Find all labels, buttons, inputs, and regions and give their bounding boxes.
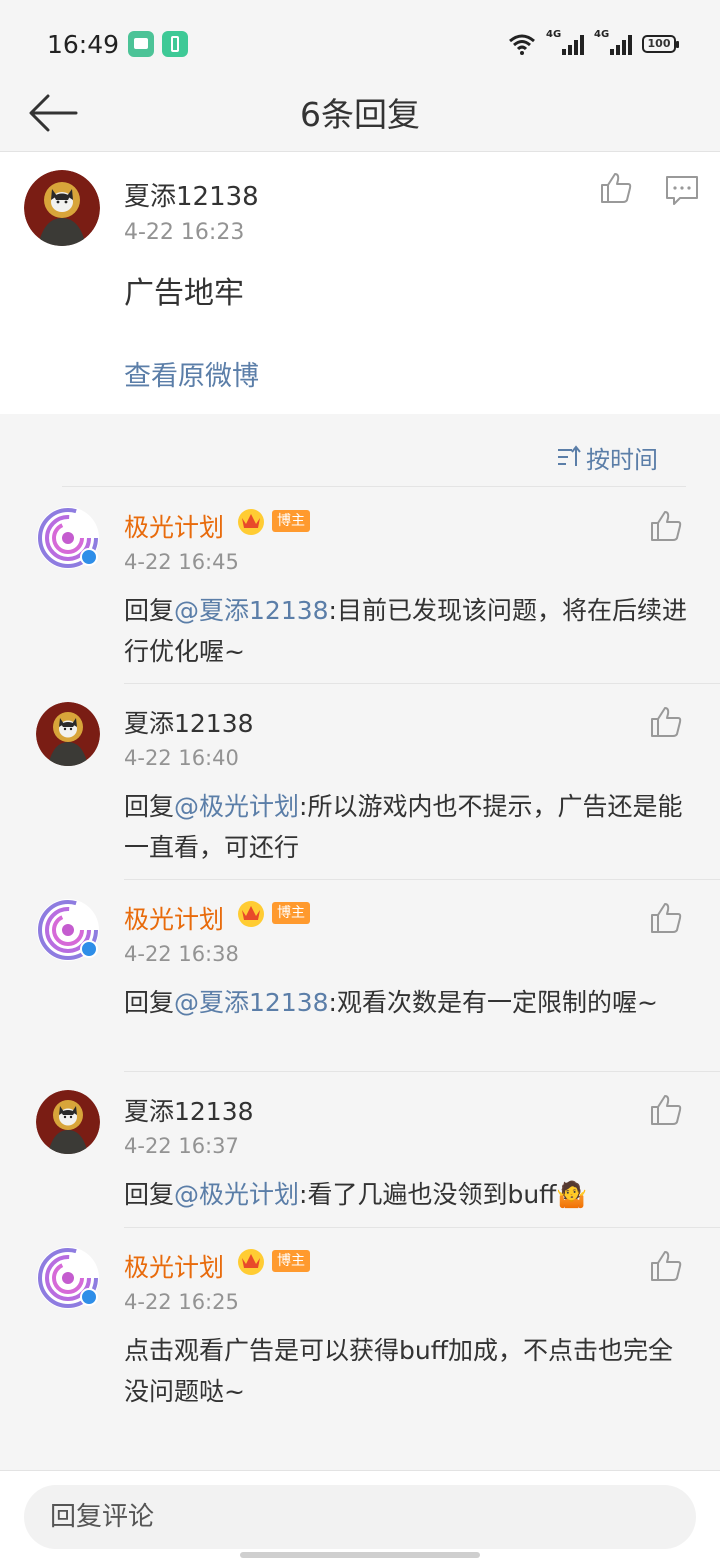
status-time: 16:49 bbox=[47, 30, 120, 59]
reply-text: 回复@夏添12138:目前已发现该问题，将在后续进行优化喔~ bbox=[124, 590, 690, 672]
reply-prefix: 回复 bbox=[124, 988, 175, 1017]
verified-icon bbox=[80, 548, 98, 566]
avatar[interactable] bbox=[24, 170, 100, 246]
blogger-badge: 博主 bbox=[272, 902, 310, 924]
comment-icon[interactable] bbox=[664, 172, 700, 208]
thumbs-up-icon[interactable] bbox=[648, 1248, 684, 1284]
reply-timestamp: 4-22 16:37 bbox=[124, 1134, 239, 1158]
thumbs-up-icon[interactable] bbox=[648, 704, 684, 740]
comment-timestamp: 4-22 16:23 bbox=[124, 220, 245, 245]
reply-item: 夏添12138 4-22 16:40 回复@极光计划:所以游戏内也不提示，广告还… bbox=[0, 684, 720, 880]
thumbs-up-icon[interactable] bbox=[648, 1092, 684, 1128]
crown-icon bbox=[238, 509, 264, 535]
reply-body: :看了几遍也没领到buff bbox=[299, 1180, 557, 1209]
sort-by-time-button[interactable]: 按时间 bbox=[556, 440, 658, 474]
reply-prefix: 回复 bbox=[124, 1180, 175, 1209]
reply-item: 极光计划 博主 4-22 16:38 回复@夏添12138:观看次数是有一定限制… bbox=[0, 880, 720, 1072]
page-title: 6条回复 bbox=[300, 95, 420, 134]
reply-text: 回复@极光计划:所以游戏内也不提示，广告还是能一直看，可还行 bbox=[124, 786, 690, 868]
reply-timestamp: 4-22 16:25 bbox=[124, 1290, 239, 1314]
reply-bar bbox=[0, 1470, 720, 1560]
mention-link[interactable]: @夏添12138 bbox=[174, 988, 329, 1017]
reply-username[interactable]: 极光计划 bbox=[124, 508, 224, 544]
battery-notification-icon bbox=[162, 31, 188, 57]
original-comment: 夏添12138 4-22 16:23 广告地牢 查看原微博 bbox=[0, 152, 720, 414]
reply-prefix: 回复 bbox=[124, 792, 175, 821]
sort-label: 按时间 bbox=[586, 445, 658, 474]
reply-timestamp: 4-22 16:40 bbox=[124, 746, 239, 770]
thumbs-up-icon[interactable] bbox=[598, 170, 634, 206]
reply-text: 点击观看广告是可以获得buff加成，不点击也完全没问题哒~ bbox=[124, 1336, 673, 1406]
comment-username[interactable]: 夏添12138 bbox=[124, 176, 259, 213]
reply-item: 极光计划 博主 4-22 16:45 回复@夏添12138:目前已发现该问题，将… bbox=[0, 488, 720, 684]
verified-icon bbox=[80, 940, 98, 958]
reply-username[interactable]: 极光计划 bbox=[124, 900, 224, 936]
reply-username[interactable]: 夏添12138 bbox=[124, 1092, 254, 1128]
top-bar: 6条回复 bbox=[0, 80, 720, 152]
comment-text: 广告地牢 bbox=[124, 276, 244, 311]
reply-timestamp: 4-22 16:45 bbox=[124, 550, 239, 574]
reply-body: :观看次数是有一定限制的喔~ bbox=[328, 988, 658, 1017]
mention-link[interactable]: @极光计划 bbox=[174, 792, 299, 821]
reply-text: 回复@夏添12138:观看次数是有一定限制的喔~ bbox=[124, 982, 690, 1023]
reply-item: 极光计划 博主 4-22 16:25 点击观看广告是可以获得buff加成，不点击… bbox=[0, 1228, 720, 1428]
reply-username[interactable]: 极光计划 bbox=[124, 1248, 224, 1284]
signal-icon-2: 4G bbox=[594, 29, 632, 55]
reply-item: 夏添12138 4-22 16:37 回复@极光计划:看了几遍也没领到buff🤷 bbox=[0, 1072, 720, 1228]
sort-icon bbox=[558, 445, 581, 466]
message-notification-icon bbox=[128, 31, 154, 57]
thumbs-up-icon[interactable] bbox=[648, 508, 684, 544]
thumbs-up-icon[interactable] bbox=[648, 900, 684, 936]
crown-icon bbox=[238, 1249, 264, 1275]
status-indicators: 4G 4G 100 bbox=[508, 29, 679, 58]
shrug-emoji-icon: 🤷 bbox=[556, 1180, 588, 1209]
blogger-badge: 博主 bbox=[272, 1250, 310, 1272]
reply-comment-input[interactable] bbox=[24, 1485, 696, 1549]
network-label-2: 4G bbox=[594, 29, 610, 40]
home-indicator[interactable] bbox=[240, 1552, 480, 1558]
blogger-badge: 博主 bbox=[272, 510, 310, 532]
reply-text: 回复@极光计划:看了几遍也没领到buff🤷 bbox=[124, 1174, 690, 1215]
reply-username[interactable]: 夏添12138 bbox=[124, 704, 254, 740]
wifi-icon bbox=[509, 34, 535, 55]
status-bar: 16:49 4G 4G 100 bbox=[0, 0, 720, 80]
battery-icon: 100 bbox=[642, 35, 679, 53]
reply-prefix: 回复 bbox=[124, 596, 175, 625]
verified-icon bbox=[80, 1288, 98, 1306]
avatar[interactable] bbox=[36, 702, 100, 766]
mention-link[interactable]: @夏添12138 bbox=[174, 596, 329, 625]
view-original-post-link[interactable]: 查看原微博 bbox=[124, 354, 259, 393]
signal-icon-1: 4G bbox=[546, 29, 584, 55]
mention-link[interactable]: @极光计划 bbox=[174, 1180, 299, 1209]
crown-icon bbox=[238, 901, 264, 927]
divider bbox=[62, 486, 686, 487]
reply-timestamp: 4-22 16:38 bbox=[124, 942, 239, 966]
avatar[interactable] bbox=[36, 1090, 100, 1154]
network-label-1: 4G bbox=[546, 29, 562, 40]
